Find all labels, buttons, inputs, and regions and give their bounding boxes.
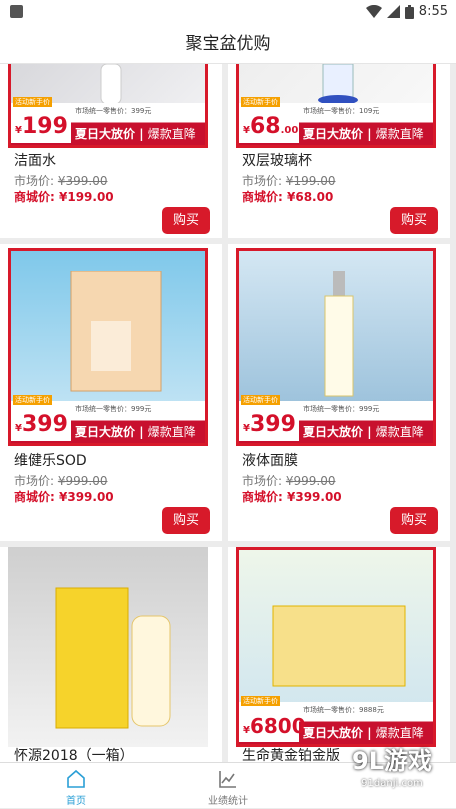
banner-tag: 活动新手价 (13, 97, 52, 107)
product-image[interactable] (8, 547, 208, 747)
product-card[interactable]: ¥399 活动新手价 市场统一零售价：999元 夏日大放价 | 爆款直降 维健乐… (0, 244, 222, 541)
watermark: 9L游戏 91danji.com (340, 744, 444, 800)
status-time: 8:55 (419, 4, 448, 19)
notification-icon (10, 5, 23, 18)
status-bar: 8:55 (0, 0, 456, 24)
product-name: 维健乐SOD (14, 450, 87, 470)
mall-price: 商城价: ¥199.00 (14, 188, 114, 205)
product-card[interactable]: 怀源2018（一箱） (0, 547, 222, 762)
banner-tag: 活动新手价 (13, 395, 52, 405)
banner-slogan: 夏日大放价 | 爆款直降 (303, 424, 436, 440)
price-banner: ¥399 活动新手价 市场统一零售价：999元 夏日大放价 | 爆款直降 (239, 401, 433, 443)
signal-icon (387, 5, 400, 18)
product-card[interactable]: ¥68.00 活动新手价 市场统一零售价：109元 夏日大放价 | 爆款直降 双… (228, 64, 450, 238)
banner-slogan: 夏日大放价 | 爆款直降 (75, 424, 208, 440)
banner-currency: ¥ (15, 423, 22, 434)
tab-label: 首页 (66, 796, 86, 807)
tab-home[interactable]: 首页 (26, 763, 126, 809)
product-card[interactable]: ¥6800 活动新手价 市场统一零售价：9888元 夏日大放价 | 爆款直降 生… (228, 547, 450, 762)
banner-slogan: 夏日大放价 | 爆款直降 (303, 126, 436, 142)
mall-price: 商城价: ¥399.00 (14, 488, 114, 505)
banner-currency: ¥ (243, 423, 250, 434)
banner-currency: ¥ (15, 125, 22, 136)
product-name: 液体面膜 (242, 450, 298, 470)
product-name: 怀源2018（一箱） (14, 745, 134, 762)
page-title: 聚宝盆优购 (0, 24, 456, 64)
product-grid: ¥199 活动新手价 市场统一零售价：399元 夏日大放价 | 爆款直降 洁面水… (0, 64, 456, 762)
banner-unified-price: 市场统一零售价：109元 (303, 106, 379, 116)
price-banner: ¥68.00 活动新手价 市场统一零售价：109元 夏日大放价 | 爆款直降 (239, 103, 433, 145)
buy-button[interactable]: 购买 (390, 207, 438, 234)
watermark-brand: 9L游戏 (340, 744, 444, 778)
product-name: 生命黄金铂金版 (242, 745, 340, 762)
mall-price: 商城价: ¥399.00 (242, 488, 342, 505)
cleanser-bottle-icon (81, 64, 141, 108)
banner-price: 6800 (250, 714, 306, 738)
product-card[interactable]: ¥399 活动新手价 市场统一零售价：999元 夏日大放价 | 爆款直降 液体面… (228, 244, 450, 541)
banner-currency: ¥ (243, 125, 250, 136)
market-price: 市场价: ¥999.00 (242, 472, 336, 489)
price-banner: ¥199 活动新手价 市场统一零售价：399元 夏日大放价 | 爆款直降 (11, 103, 205, 145)
serum-bottle-icon (319, 271, 359, 401)
banner-currency: ¥ (243, 725, 250, 736)
banner-tag: 活动新手价 (241, 696, 280, 706)
buy-button[interactable]: 购买 (162, 507, 210, 534)
home-icon (66, 769, 86, 789)
buy-button[interactable]: 购买 (162, 207, 210, 234)
chart-icon (218, 769, 238, 789)
market-price: 市场价: ¥399.00 (14, 172, 108, 189)
watermark-url: 91danji.com (340, 778, 444, 789)
product-image[interactable]: ¥399 活动新手价 市场统一零售价：999元 夏日大放价 | 爆款直降 (8, 248, 208, 446)
gold-box-icon (269, 600, 409, 700)
banner-unified-price: 市场统一零售价：999元 (75, 404, 151, 414)
product-name: 双层玻璃杯 (242, 150, 312, 170)
market-price: 市场价: ¥199.00 (242, 172, 336, 189)
buy-button[interactable]: 购买 (390, 507, 438, 534)
liquor-box-icon (48, 582, 178, 732)
tab-performance[interactable]: 业绩统计 (178, 763, 278, 809)
battery-icon (405, 5, 414, 19)
banner-unified-price: 市场统一零售价：9888元 (303, 705, 384, 715)
banner-cents: .00 (281, 125, 299, 136)
price-banner: ¥399 活动新手价 市场统一零售价：999元 夏日大放价 | 爆款直降 (11, 401, 205, 443)
mall-price: 商城价: ¥68.00 (242, 188, 333, 205)
banner-slogan: 夏日大放价 | 爆款直降 (75, 126, 208, 142)
tab-label: 业绩统计 (208, 796, 248, 807)
banner-slogan: 夏日大放价 | 爆款直降 (303, 725, 436, 741)
product-image[interactable]: ¥199 活动新手价 市场统一零售价：399元 夏日大放价 | 爆款直降 (8, 64, 208, 148)
wifi-icon (366, 5, 382, 18)
market-price: 市场价: ¥999.00 (14, 472, 108, 489)
product-image[interactable]: ¥68.00 活动新手价 市场统一零售价：109元 夏日大放价 | 爆款直降 (236, 64, 436, 148)
banner-price: 399 (22, 412, 68, 437)
product-name: 洁面水 (14, 150, 56, 170)
banner-unified-price: 市场统一零售价：399元 (75, 106, 151, 116)
product-image[interactable]: ¥6800 活动新手价 市场统一零售价：9888元 夏日大放价 | 爆款直降 (236, 547, 436, 747)
sod-box-icon (61, 271, 171, 401)
product-card[interactable]: ¥199 活动新手价 市场统一零售价：399元 夏日大放价 | 爆款直降 洁面水… (0, 64, 222, 238)
product-image[interactable]: ¥399 活动新手价 市场统一零售价：999元 夏日大放价 | 爆款直降 (236, 248, 436, 446)
banner-price: 68 (250, 114, 281, 139)
banner-tag: 活动新手价 (241, 97, 280, 107)
banner-price: 199 (22, 114, 68, 139)
glass-cup-icon (307, 64, 371, 108)
banner-price: 399 (250, 412, 296, 437)
banner-unified-price: 市场统一零售价：999元 (303, 404, 379, 414)
banner-tag: 活动新手价 (241, 395, 280, 405)
price-banner: ¥6800 活动新手价 市场统一零售价：9888元 夏日大放价 | 爆款直降 (239, 702, 433, 744)
